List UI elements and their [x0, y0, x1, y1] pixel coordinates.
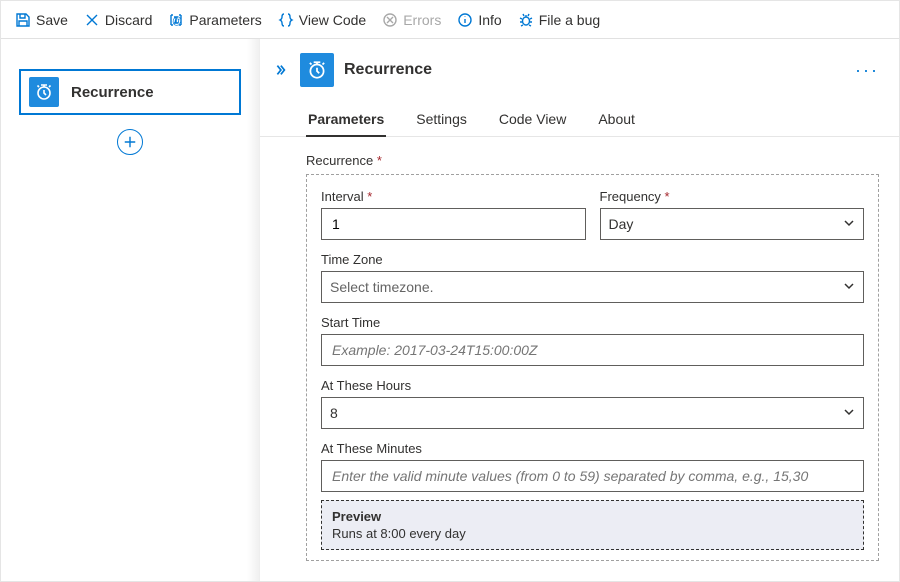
chevron-down-icon [843, 216, 855, 232]
preview-text: Runs at 8:00 every day [332, 526, 853, 541]
workspace: Recurrence Recurrence ··· Parameters Set… [1, 39, 899, 581]
error-icon [382, 12, 398, 28]
preview-title: Preview [332, 509, 853, 524]
more-button[interactable]: ··· [855, 60, 879, 81]
recurrence-group: Interval * Frequency * Day Time Zone [306, 174, 879, 561]
frequency-select[interactable]: Day [600, 208, 865, 240]
preview-box: Preview Runs at 8:00 every day [321, 500, 864, 550]
parameters-icon: @ [168, 12, 184, 28]
panel-title: Recurrence [344, 61, 432, 79]
file-bug-label: File a bug [539, 12, 600, 28]
info-label: Info [478, 12, 501, 28]
svg-text:@: @ [172, 16, 182, 27]
minutes-input[interactable] [321, 460, 864, 492]
clock-icon [29, 77, 59, 107]
section-label: Recurrence * [306, 153, 879, 168]
close-icon [84, 12, 100, 28]
save-button[interactable]: Save [15, 12, 68, 28]
hours-field: At These Hours 8 [321, 378, 864, 429]
details-panel: Recurrence ··· Parameters Settings Code … [259, 39, 899, 581]
tab-about[interactable]: About [596, 103, 637, 136]
view-code-label: View Code [299, 12, 366, 28]
parameters-label: Parameters [189, 12, 261, 28]
panel-header: Recurrence ··· [260, 39, 899, 97]
minutes-label: At These Minutes [321, 441, 864, 456]
errors-label: Errors [403, 12, 441, 28]
hours-label: At These Hours [321, 378, 864, 393]
frequency-field: Frequency * Day [600, 189, 865, 240]
errors-button: Errors [382, 12, 441, 28]
tab-code-view[interactable]: Code View [497, 103, 568, 136]
designer-canvas: Recurrence [1, 39, 259, 581]
start-time-field: Start Time [321, 315, 864, 366]
info-icon [457, 12, 473, 28]
parameters-body: Recurrence * Interval * Frequency * Day [260, 137, 899, 571]
bug-icon [518, 12, 534, 28]
interval-label: Interval * [321, 189, 586, 204]
info-button[interactable]: Info [457, 12, 501, 28]
add-step-button[interactable] [117, 129, 143, 155]
chevron-down-icon [843, 405, 855, 421]
view-code-button[interactable]: View Code [278, 12, 366, 28]
frequency-label: Frequency * [600, 189, 865, 204]
start-time-input[interactable] [321, 334, 864, 366]
minutes-field: At These Minutes [321, 441, 864, 492]
chevron-down-icon [843, 279, 855, 295]
interval-input[interactable] [321, 208, 586, 240]
timezone-select[interactable]: Select timezone. [321, 271, 864, 303]
hours-select[interactable]: 8 [321, 397, 864, 429]
braces-icon [278, 12, 294, 28]
panel-tabs: Parameters Settings Code View About [260, 103, 899, 137]
plus-icon [123, 135, 137, 149]
save-label: Save [36, 12, 68, 28]
start-time-label: Start Time [321, 315, 864, 330]
discard-button[interactable]: Discard [84, 12, 152, 28]
file-bug-button[interactable]: File a bug [518, 12, 600, 28]
save-icon [15, 12, 31, 28]
tab-parameters[interactable]: Parameters [306, 103, 386, 137]
recurrence-node[interactable]: Recurrence [19, 69, 241, 115]
collapse-button[interactable] [270, 60, 290, 80]
tab-settings[interactable]: Settings [414, 103, 469, 136]
timezone-field: Time Zone Select timezone. [321, 252, 864, 303]
interval-field: Interval * [321, 189, 586, 240]
clock-icon [300, 53, 334, 87]
node-label: Recurrence [71, 84, 154, 101]
discard-label: Discard [105, 12, 152, 28]
timezone-label: Time Zone [321, 252, 864, 267]
parameters-button[interactable]: @ Parameters [168, 12, 261, 28]
toolbar: Save Discard @ Parameters View Code Erro… [1, 1, 899, 39]
